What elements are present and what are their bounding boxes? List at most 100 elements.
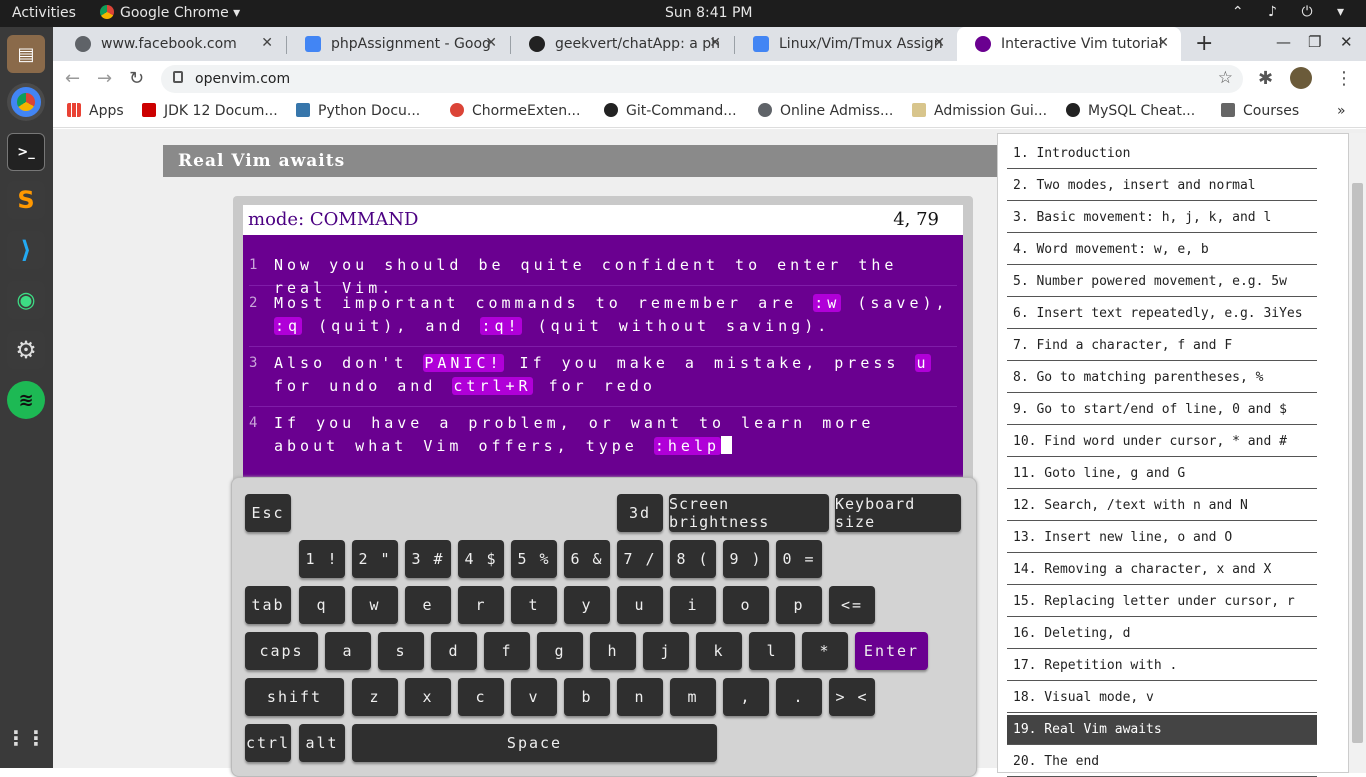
android-studio-icon[interactable]: ◉ [7,281,45,319]
tab-active[interactable]: Interactive Vim tutorial ✕ [957,27,1181,61]
keyboard-size-button[interactable]: Keyboard size [835,494,961,532]
key[interactable]: e [405,586,451,624]
screen-brightness-button[interactable]: Screen brightness [669,494,829,532]
key-caps[interactable]: caps [245,632,318,670]
key[interactable]: * [802,632,848,670]
bookmark-item[interactable]: ChormeExten... [450,103,580,119]
lesson-item[interactable]: 11. Goto line, g and G [1007,459,1317,489]
lesson-item[interactable]: 13. Insert new line, o and O [1007,523,1317,553]
close-window-icon[interactable]: ✕ [1340,33,1353,51]
files-icon[interactable]: ▤ [7,35,45,73]
spotify-icon[interactable]: ≋ [7,381,45,419]
back-icon[interactable]: ← [65,68,80,89]
key[interactable]: u [617,586,663,624]
key[interactable]: 7 / [617,540,663,578]
key[interactable]: d [431,632,477,670]
bookmark-folder[interactable]: Courses [1221,103,1299,119]
key[interactable]: . [776,678,822,716]
key[interactable]: 4 $ [458,540,504,578]
lesson-item[interactable]: 20. The end [1007,747,1317,777]
tab[interactable]: Linux/Vim/Tmux Assign ✕ [735,27,957,61]
key-enter[interactable]: Enter [855,632,928,670]
scrollbar-thumb[interactable] [1352,183,1363,743]
avatar[interactable] [1290,67,1312,89]
key[interactable]: i [670,586,716,624]
key[interactable]: m [670,678,716,716]
key[interactable]: 1 ! [299,540,345,578]
app-menu[interactable]: Google Chrome ▾ [100,5,240,21]
key[interactable]: a [325,632,371,670]
key[interactable]: 5 % [511,540,557,578]
bookmark-item[interactable]: Python Docu... [296,103,420,119]
tab[interactable]: www.facebook.com ✕ [57,27,285,61]
key[interactable]: 9 ) [723,540,769,578]
address-bar[interactable]: openvim.com ☆ [161,65,1243,93]
lesson-item[interactable]: 10. Find word under cursor, * and # [1007,427,1317,457]
key[interactable]: 6 & [564,540,610,578]
activities-button[interactable]: Activities [12,5,76,21]
key[interactable]: o [723,586,769,624]
key-ctrl[interactable]: ctrl [245,724,291,762]
minimize-icon[interactable]: — [1276,33,1291,51]
tab[interactable]: phpAssignment - Goog ✕ [287,27,509,61]
close-tab-icon[interactable]: ✕ [709,35,721,51]
key-shift[interactable]: shift [245,678,344,716]
key-space[interactable]: Space [352,724,717,762]
terminal-icon[interactable]: >_ [7,133,45,171]
chrome-icon[interactable] [7,83,45,121]
tab[interactable]: geekvert/chatApp: a ph ✕ [511,27,733,61]
system-tray[interactable]: ⌃ ♪ ⏻ ▾ [1232,4,1354,20]
sublime-text-icon[interactable]: S [7,181,45,219]
key[interactable]: 8 ( [670,540,716,578]
key[interactable]: v [511,678,557,716]
key[interactable]: r [458,586,504,624]
bookmark-item[interactable]: MySQL Cheat... [1066,103,1195,119]
key-tab[interactable]: tab [245,586,291,624]
url-text[interactable]: openvim.com [195,71,290,87]
lesson-item[interactable]: 9. Go to start/end of line, 0 and $ [1007,395,1317,425]
close-tab-icon[interactable]: ✕ [933,35,945,51]
menu-icon[interactable]: ⋮ [1335,68,1353,89]
lesson-item[interactable]: 17. Repetition with . [1007,651,1317,681]
key[interactable]: c [458,678,504,716]
extension-icon[interactable]: ✱ [1258,68,1273,89]
lesson-item[interactable]: 18. Visual mode, v [1007,683,1317,713]
vim-editor[interactable]: 1 Now you should be quite confident to e… [243,235,963,480]
bookmark-apps[interactable]: Apps [67,103,124,119]
key[interactable]: j [643,632,689,670]
key[interactable]: t [511,586,557,624]
key-esc[interactable]: Esc [245,494,291,532]
key[interactable]: > < [829,678,875,716]
key[interactable]: y [564,586,610,624]
bookmark-item[interactable]: Git-Command... [604,103,737,119]
key[interactable]: n [617,678,663,716]
close-tab-icon[interactable]: ✕ [261,35,273,51]
key[interactable]: f [484,632,530,670]
maximize-icon[interactable]: ❐ [1308,33,1321,51]
key[interactable]: 3 # [405,540,451,578]
key-alt[interactable]: alt [299,724,345,762]
key-backspace[interactable]: <= [829,586,875,624]
reload-icon[interactable]: ↻ [129,68,144,89]
key[interactable]: , [723,678,769,716]
close-tab-icon[interactable]: ✕ [485,35,497,51]
key[interactable]: z [352,678,398,716]
new-tab-icon[interactable]: + [1195,31,1213,56]
show-applications-icon[interactable]: ⋮⋮ [6,719,46,757]
lesson-item-active[interactable]: 19. Real Vim awaits [1007,715,1317,745]
lesson-item[interactable]: 3. Basic movement: h, j, k, and l [1007,203,1317,233]
lesson-item[interactable]: 12. Search, /text with n and N [1007,491,1317,521]
bookmark-item[interactable]: JDK 12 Docum... [142,103,278,119]
key[interactable]: q [299,586,345,624]
key[interactable]: h [590,632,636,670]
key[interactable]: b [564,678,610,716]
lesson-item[interactable]: 15. Replacing letter under cursor, r [1007,587,1317,617]
key[interactable]: s [378,632,424,670]
lesson-item[interactable]: 5. Number powered movement, e.g. 5w [1007,267,1317,297]
bookmark-item[interactable]: Admission Gui... [912,103,1047,119]
lesson-item[interactable]: 14. Removing a character, x and X [1007,555,1317,585]
lesson-item[interactable]: 4. Word movement: w, e, b [1007,235,1317,265]
key-3d[interactable]: 3d [617,494,663,532]
bookmark-star-icon[interactable]: ☆ [1218,68,1233,88]
vscode-icon[interactable]: ⟩ [7,231,45,269]
